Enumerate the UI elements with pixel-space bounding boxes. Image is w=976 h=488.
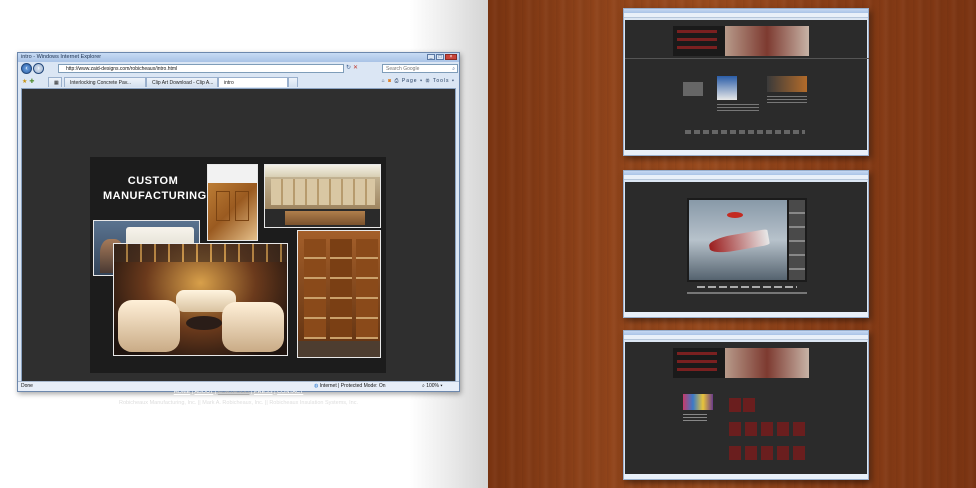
window-controls: _ □ × <box>427 54 457 60</box>
quick-tabs-button[interactable]: ▦ <box>48 77 62 87</box>
address-actions: ↻✕ <box>346 64 360 71</box>
tab-row: ★✚ ▦ Interlocking Concrete Pav... Clip A… <box>18 76 459 87</box>
tab-label: intro <box>224 80 234 86</box>
tab-clip-art[interactable]: Clip Art Download - Clip A... <box>146 77 218 87</box>
tab-label: Interlocking Concrete Pav... <box>70 80 132 86</box>
zone-info: ◍ Internet | Protected Mode: On <box>314 382 386 391</box>
closet-cabinetry-photo <box>297 230 381 358</box>
new-tab-button[interactable] <box>288 77 298 87</box>
page-menu[interactable]: Page <box>402 78 418 84</box>
boat-cabin-photo <box>264 164 381 228</box>
minimize-button[interactable]: _ <box>427 54 435 60</box>
page-viewport: CUSTOM MANUFACTURING HOME | ABOUT | PORT… <box>21 88 456 406</box>
back-button[interactable]: ‹ <box>21 63 32 74</box>
tab-intro[interactable]: intro <box>218 77 288 87</box>
refresh-icon[interactable]: ↻ <box>346 65 353 71</box>
home-icon[interactable]: ⌂ <box>382 78 386 84</box>
search-placeholder: Search Google <box>386 66 420 72</box>
tools-menu[interactable]: Tools <box>433 78 450 84</box>
command-bar: ⌂ ◙ ⎙ Page ▾ ⚙ Tools ▾ <box>381 78 455 84</box>
title-bar: intro - Windows Internet Explorer _ □ × <box>18 53 459 62</box>
search-input[interactable]: Search Google ⌕ <box>382 64 458 73</box>
hero-headline: CUSTOM MANUFACTURING <box>103 174 207 204</box>
status-bar: Done ◍ Internet | Protected Mode: On ⌕ 1… <box>18 381 459 391</box>
favorites-icons: ★✚ <box>22 78 36 85</box>
print-icon[interactable]: ⎙ <box>394 78 399 84</box>
thumbnail-portfolio-page <box>623 170 869 318</box>
zone-text: Internet | Protected Mode: On <box>319 383 386 389</box>
home-theater-photo <box>113 243 288 356</box>
address-text: http://www.zaid-designs.com/robicheaux/i… <box>66 66 178 72</box>
tab-interlocking[interactable]: Interlocking Concrete Pav... <box>64 77 146 87</box>
search-icon[interactable]: ⌕ <box>452 65 455 73</box>
browser-window: intro - Windows Internet Explorer _ □ × … <box>17 52 460 406</box>
wood-paneling-photo <box>207 164 258 241</box>
headline-line-2: MANUFACTURING <box>103 190 207 202</box>
address-bar-row: ‹ › http://www.zaid-designs.com/robichea… <box>18 63 459 75</box>
zoom-icon: ⌕ <box>422 383 425 389</box>
add-favorites-icon[interactable]: ✚ <box>29 79 36 85</box>
stop-icon[interactable]: ✕ <box>353 65 360 71</box>
window-title: intro - Windows Internet Explorer <box>21 54 102 60</box>
forward-button[interactable]: › <box>33 63 44 74</box>
hero-collage: CUSTOM MANUFACTURING <box>90 157 386 373</box>
thumbnail-viewport <box>625 182 867 312</box>
address-field[interactable]: http://www.zaid-designs.com/robicheaux/i… <box>58 64 344 73</box>
headline-line-1: CUSTOM <box>127 175 179 187</box>
thumbnail-contact-page <box>623 330 869 480</box>
tab-label: Clip Art Download - Clip A... <box>152 80 214 86</box>
globe-icon: ◍ <box>314 383 319 389</box>
zoom-level: 100% <box>426 383 439 389</box>
close-button[interactable]: × <box>445 54 457 60</box>
thumbnail-about-page <box>623 8 869 156</box>
thumbnail-viewport <box>625 20 869 150</box>
site-footer: Robicheaux Manufacturing, Inc. || Mark A… <box>119 400 358 406</box>
zoom-control[interactable]: ⌕ 100% ▾ <box>422 382 443 391</box>
maximize-button[interactable]: □ <box>436 54 444 60</box>
status-text: Done <box>21 383 33 389</box>
tools-gear-icon[interactable]: ⚙ <box>425 78 430 84</box>
feeds-icon[interactable]: ◙ <box>388 78 392 84</box>
thumbnail-viewport <box>625 342 867 474</box>
